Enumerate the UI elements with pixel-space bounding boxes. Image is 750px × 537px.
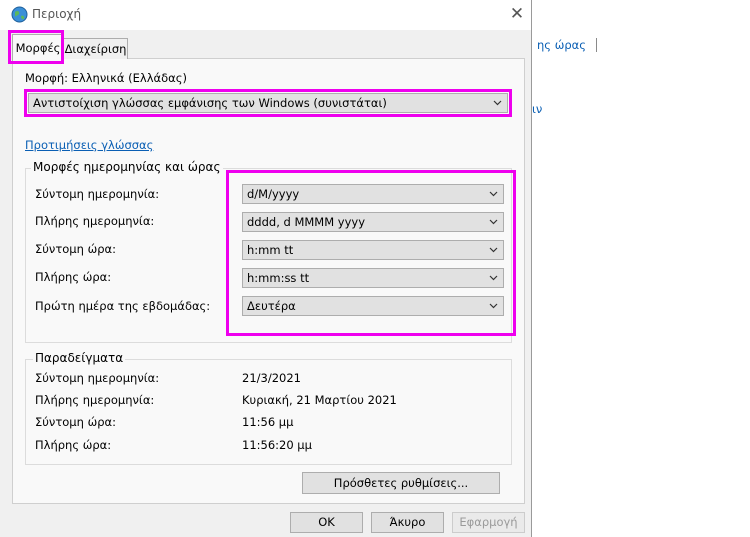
apply-button[interactable]: Εφαρμογή xyxy=(452,512,525,533)
ok-button[interactable]: OK xyxy=(290,512,363,533)
background-separator xyxy=(596,38,597,52)
format-label: Μορφή: Ελληνικά (Ελλάδας) xyxy=(25,71,187,85)
example-short-date-value: 21/3/2021 xyxy=(242,371,301,385)
window-title: Περιοχή xyxy=(32,7,82,21)
short-time-label: Σύντομη ώρα: xyxy=(35,242,116,256)
long-date-label: Πλήρης ημερομηνία: xyxy=(35,214,155,228)
example-short-time-label: Σύντομη ώρα: xyxy=(35,415,116,429)
examples-title: Παραδείγματα xyxy=(33,351,126,365)
example-long-time-value: 11:56:20 μμ xyxy=(242,438,312,452)
example-long-date-label: Πλήρης ημερομηνία: xyxy=(35,393,155,407)
tab-highlight-box xyxy=(8,30,64,64)
region-dialog: Περιοχή ✕ Μορφές Διαχείριση Μορφή: Ελλην… xyxy=(0,0,532,537)
title-bar: Περιοχή ✕ xyxy=(0,0,531,30)
additional-settings-button[interactable]: Πρόσθετες ρυθμίσεις... xyxy=(302,472,500,494)
first-day-of-week-label: Πρώτη ημέρα της εβδομάδας: xyxy=(35,299,211,313)
format-highlight-box xyxy=(24,89,512,117)
cancel-button[interactable]: Άκυρο xyxy=(371,512,444,533)
date-time-selects-highlight-box xyxy=(226,170,516,336)
date-time-formats-title: Μορφές ημερομηνίας και ώρας xyxy=(31,160,223,174)
short-date-label: Σύντομη ημερομηνία: xyxy=(35,187,160,201)
example-long-time-label: Πλήρης ώρα: xyxy=(35,438,112,452)
long-time-label: Πλήρης ώρα: xyxy=(35,270,112,284)
tab-administrative[interactable]: Διαχείριση xyxy=(63,38,128,59)
example-long-date-value: Κυριακή, 21 Μαρτίου 2021 xyxy=(242,393,397,407)
example-short-time-value: 11:56 μμ xyxy=(242,415,294,429)
background-link-time[interactable]: ης ώρας xyxy=(537,38,586,52)
example-short-date-label: Σύντομη ημερομηνία: xyxy=(35,371,160,385)
language-preferences-link[interactable]: Προτιμήσεις γλώσσας xyxy=(25,138,153,152)
globe-icon xyxy=(11,6,28,23)
close-button[interactable]: ✕ xyxy=(504,3,530,25)
background-link-fragment[interactable]: ιν xyxy=(532,102,542,116)
